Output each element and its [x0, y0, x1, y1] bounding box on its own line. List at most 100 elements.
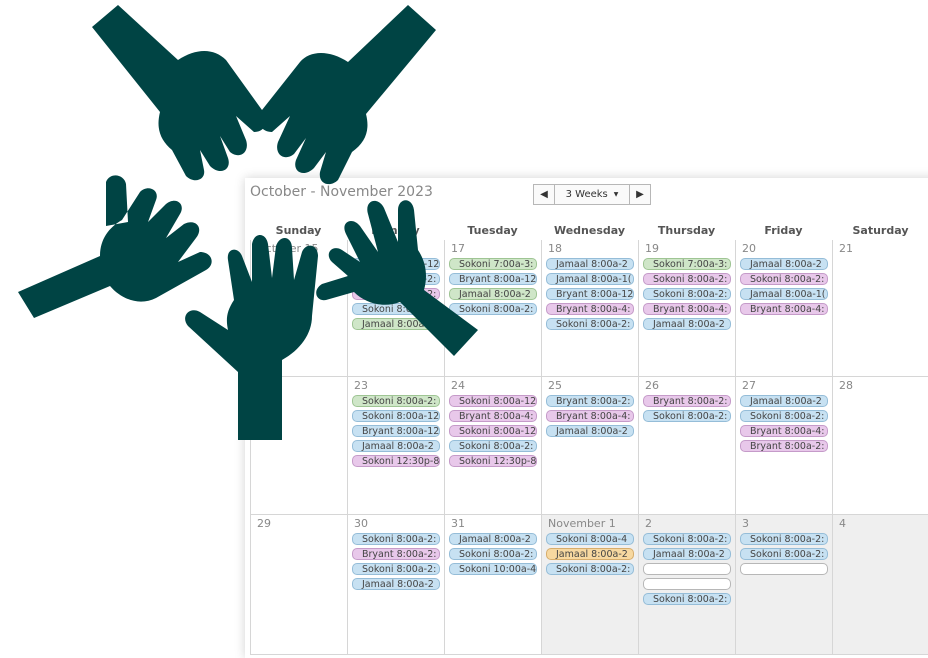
day-cell[interactable]: 4 [832, 515, 928, 655]
calendar-event[interactable]: Bryant 8:00a-4: [740, 425, 828, 437]
calendar-event[interactable]: Jamaal 8:00a-2 [643, 548, 731, 560]
calendar-event[interactable]: Sokoni 8:00a-2: [643, 593, 731, 605]
dow-header-saturday: Saturday [852, 224, 909, 237]
calendar-event[interactable] [643, 563, 731, 575]
calendar-event[interactable]: Bryant 8:00a-12 [352, 258, 440, 270]
day-cell[interactable]: 2 Sokoni 8:00a-2: Jamaal 8:00a-2 Sokoni 8:0… [638, 515, 735, 655]
day-cell[interactable]: 25 Bryant 8:00a-2: Bryant 8:00a-4: Jamaal 8… [541, 377, 638, 515]
calendar-event[interactable]: Sokoni 8:00a-2: [352, 533, 440, 545]
day-number: 16 [354, 242, 368, 255]
day-cell[interactable]: 23 Sokoni 8:00a-2: Sokoni 8:00a-12 Bryant 8… [347, 377, 444, 515]
calendar-event[interactable]: Sokoni 8:00a-2: [643, 533, 731, 545]
dow-header-monday: Monday [371, 224, 420, 237]
day-cell[interactable]: 3 Sokoni 8:00a-2: Sokoni 8:00a-2: [735, 515, 832, 655]
day-cell[interactable]: 18 Jamaal 8:00a-2 Jamaal 8:00a-1(Bryant 8:… [541, 240, 638, 377]
calendar-event[interactable]: Sokoni 8:00a-2: [546, 563, 634, 575]
day-cell[interactable]: 29 [250, 515, 347, 655]
calendar-event[interactable]: Sokoni 10:00a-4 [449, 563, 537, 575]
day-number: 21 [839, 242, 853, 255]
next-button[interactable]: ▶ [629, 184, 651, 205]
calendar-event[interactable]: Bryant 8:00a-12 [449, 273, 537, 285]
calendar-event[interactable]: Bryant 8:00a-2: [740, 440, 828, 452]
calendar-event[interactable]: Bryant 8:00a-2: [643, 395, 731, 407]
day-cell[interactable]: November 1 Sokoni 8:00a-4 Jamaal 8:00a-2 So… [541, 515, 638, 655]
calendar-event[interactable]: Sokoni 7:00a-3: [643, 258, 731, 270]
dow-header-friday: Friday [764, 224, 803, 237]
day-cell[interactable]: 19 Sokoni 7:00a-3: Sokoni 8:00a-2: Sokoni 8… [638, 240, 735, 377]
calendar-event[interactable]: Sokoni 8:00a-2: [449, 548, 537, 560]
calendar-event[interactable]: Sokoni 7:00a-3: [449, 258, 537, 270]
day-cell[interactable]: 21 [832, 240, 928, 377]
calendar-event[interactable]: Sokoni 8:00a-4 [546, 533, 634, 545]
view-select-label: 3 Weeks [565, 189, 608, 200]
day-cell[interactable]: 30 Sokoni 8:00a-2: Bryant 8:00a-2: Sokoni 8… [347, 515, 444, 655]
calendar-event[interactable]: Jamaal 8:00a-1( [740, 288, 828, 300]
calendar-event[interactable]: Jamaal 8:00a-2 [352, 440, 440, 452]
day-number: November 1 [548, 517, 616, 530]
calendar-event[interactable]: Sokoni 8:00a-12 [449, 395, 537, 407]
day-number: 20 [742, 242, 756, 255]
calendar-event[interactable]: Bryant 8:00a-12 [546, 288, 634, 300]
calendar-event[interactable]: Bryant 8:00a-4: [449, 410, 537, 422]
calendar-event[interactable]: Jamaal 8:00a-2 [352, 318, 440, 330]
calendar-event[interactable]: Bryant 8:00a-2: [352, 548, 440, 560]
calendar-event[interactable]: Jamaal 8:00a-2 [643, 318, 731, 330]
calendar-event[interactable]: Jamaal 8:00a-2 [740, 258, 828, 270]
calendar-event[interactable]: Jamaal 8:00a-2 [740, 395, 828, 407]
calendar-event[interactable]: Sokoni 12:30p-8 [352, 455, 440, 467]
calendar-event[interactable]: Sokoni 8:00a-2: [352, 288, 440, 300]
calendar-event[interactable]: Jamaal 8:00a-1( [546, 273, 634, 285]
day-number: 24 [451, 379, 465, 392]
chevron-right-icon: ▶ [636, 189, 644, 200]
day-cell[interactable]: 24 Sokoni 8:00a-12 Bryant 8:00a-4: Sokoni 8… [444, 377, 541, 515]
calendar-event[interactable]: Sokoni 12:30p-8 [449, 455, 537, 467]
calendar-event[interactable]: Sokoni 8:00a-2: [352, 273, 440, 285]
calendar-event[interactable]: Sokoni 8:00a-2: [643, 410, 731, 422]
calendar-event[interactable]: Jamaal 8:00a-2 [546, 548, 634, 560]
day-cell[interactable]: 31 Jamaal 8:00a-2 Sokoni 8:00a-2: Sokoni 10… [444, 515, 541, 655]
calendar-event[interactable]: Sokoni 8:00a-2: [449, 303, 537, 315]
day-cell[interactable]: 28 [832, 377, 928, 515]
calendar-event[interactable]: Sokoni 8:00a-12 [449, 425, 537, 437]
calendar-event[interactable]: Jamaal 8:00a-2 [449, 533, 537, 545]
day-cell[interactable]: 16 Bryant 8:00a-12 Sokoni 8:00a-2: Sokoni 8… [347, 240, 444, 377]
day-cell[interactable]: October 15 [250, 240, 347, 377]
prev-button[interactable]: ◀ [533, 184, 555, 205]
calendar-event[interactable]: Jamaal 8:00a-2 [546, 258, 634, 270]
calendar-event[interactable]: Bryant 8:00a-2: [546, 395, 634, 407]
calendar-event[interactable]: Sokoni 8:00a-2: [352, 563, 440, 575]
day-number: 28 [839, 379, 853, 392]
calendar-event[interactable]: Sokoni 8:00a-2: [740, 273, 828, 285]
calendar-event[interactable]: Sokoni 8:00a-2: [643, 273, 731, 285]
calendar-event[interactable]: Bryant 8:00a-12 [352, 425, 440, 437]
day-cell[interactable]: 27 Jamaal 8:00a-2 Sokoni 8:00a-2: Bryant 8:… [735, 377, 832, 515]
calendar-event[interactable]: Sokoni 8:00a-2: [643, 288, 731, 300]
calendar-event[interactable]: Sokoni 8:00a-2: [449, 440, 537, 452]
calendar-event[interactable]: Bryant 8:00a-4: [546, 303, 634, 315]
calendar-event[interactable]: Sokoni 8:00a-2: [352, 303, 440, 315]
calendar-event[interactable]: Sokoni 8:00a-2: [740, 533, 828, 545]
dow-header-thursday: Thursday [657, 224, 716, 237]
calendar-event[interactable]: Jamaal 8:00a-2 [449, 288, 537, 300]
day-cell[interactable]: 22 [250, 377, 347, 515]
day-number: 17 [451, 242, 465, 255]
calendar-event[interactable]: Sokoni 8:00a-2: [740, 410, 828, 422]
calendar-event[interactable]: Bryant 8:00a-4: [643, 303, 731, 315]
calendar-nav: ◀ 3 Weeks ▼ ▶ [533, 184, 651, 205]
day-cell[interactable]: 17 Sokoni 7:00a-3: Bryant 8:00a-12 Jamaal 8… [444, 240, 541, 377]
view-select[interactable]: 3 Weeks ▼ [555, 184, 629, 205]
day-number: 26 [645, 379, 659, 392]
calendar-event[interactable] [740, 563, 828, 575]
calendar-title: October - November 2023 [250, 184, 433, 200]
calendar-event[interactable]: Sokoni 8:00a-2: [546, 318, 634, 330]
calendar-event[interactable]: Bryant 8:00a-4: [546, 410, 634, 422]
calendar-event[interactable] [643, 578, 731, 590]
day-cell[interactable]: 20 Jamaal 8:00a-2 Sokoni 8:00a-2: Jamaal 8:… [735, 240, 832, 377]
calendar-event[interactable]: Sokoni 8:00a-2: [740, 548, 828, 560]
calendar-event[interactable]: Sokoni 8:00a-12 [352, 410, 440, 422]
calendar-event[interactable]: Jamaal 8:00a-2 [352, 578, 440, 590]
day-cell[interactable]: 26 Bryant 8:00a-2: Sokoni 8:00a-2: [638, 377, 735, 515]
calendar-event[interactable]: Jamaal 8:00a-2 [546, 425, 634, 437]
calendar-event[interactable]: Bryant 8:00a-4: [740, 303, 828, 315]
calendar-event[interactable]: Sokoni 8:00a-2: [352, 395, 440, 407]
